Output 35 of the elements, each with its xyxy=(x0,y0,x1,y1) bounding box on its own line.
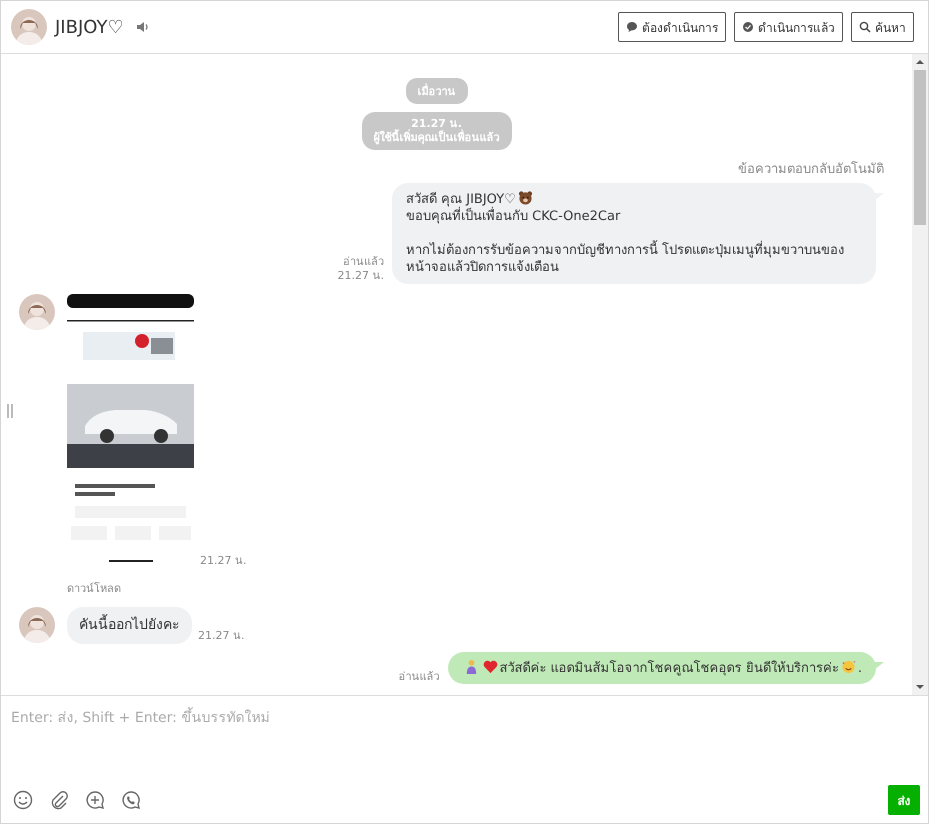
attach-icon[interactable] xyxy=(49,790,69,810)
message-text: คันนี้ออกไปยังคะ xyxy=(79,616,180,633)
resize-handle-icon[interactable] xyxy=(7,404,13,418)
message-text: ขอบคุณที่เป็นเพื่อนกับ CKC-One2Car xyxy=(406,209,620,224)
message-text: สวัสดี คุณ JIBJOY♡ xyxy=(406,192,516,206)
scroll-thumb[interactable] xyxy=(914,70,926,225)
scroll-up-icon[interactable] xyxy=(916,58,924,66)
phone-bubble-icon[interactable] xyxy=(121,790,141,810)
avatar xyxy=(11,9,47,45)
todo-button[interactable]: ต้องดำเนินการ xyxy=(618,12,726,42)
done-button[interactable]: ดำเนินการแล้ว xyxy=(734,12,843,42)
avatar xyxy=(19,294,55,330)
contact-name: JIBJOY♡ xyxy=(55,16,124,38)
download-link[interactable]: ดาวน์โหลด xyxy=(67,578,246,597)
message-text: สวัสดีค่ะ แอดมินส้มโอจากโชคคูณโชคอุดร ยินดีให้บริการค่ะ xyxy=(500,660,839,676)
check-bubble-icon xyxy=(742,21,754,33)
heart-emoji-icon xyxy=(482,658,498,674)
smiley-emoji-icon xyxy=(840,658,856,674)
speaker-icon[interactable] xyxy=(136,20,150,34)
scroll-down-icon[interactable] xyxy=(916,683,924,691)
message-text: . xyxy=(858,660,862,676)
search-icon xyxy=(859,21,871,33)
search-button[interactable]: ค้นหา xyxy=(851,12,914,42)
chat-bubble-icon xyxy=(626,21,638,33)
emoji-icon[interactable] xyxy=(13,790,33,810)
scrollbar[interactable] xyxy=(912,54,928,695)
message-time: 21.27 น. xyxy=(198,628,244,644)
read-receipt: อ่านแล้ว xyxy=(398,670,440,684)
add-bubble-icon[interactable] xyxy=(85,790,105,810)
message-text: หากไม่ต้องการรับข้อความจากบัญชีทางการนี้ โปรดแตะปุ่มเมนูที่มุมขวาบนของหน้าจอแล้วปิดการแจ้งเตือน xyxy=(406,242,844,276)
read-receipt: อ่านแล้ว 21.27 น. xyxy=(338,255,384,284)
bear-emoji-icon xyxy=(518,190,533,204)
avatar xyxy=(19,606,55,643)
message-time: 21.27 น. xyxy=(200,552,246,569)
auto-reply-label: ข้อความตอบกลับอัตโนมัติ xyxy=(738,160,884,178)
